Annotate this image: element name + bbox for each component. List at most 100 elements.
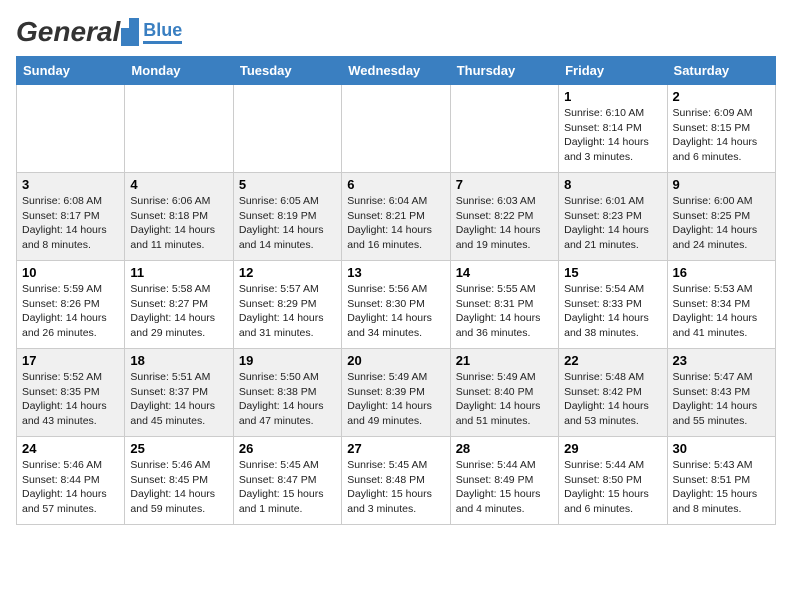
- day-cell: 2 Sunrise: 6:09 AM Sunset: 8:15 PM Daylig…: [667, 85, 775, 173]
- day-cell: 14 Sunrise: 5:55 AM Sunset: 8:31 PM Dayli…: [450, 261, 558, 349]
- day-info: Sunrise: 5:43 AM Sunset: 8:51 PM Dayligh…: [673, 458, 770, 517]
- week-row-4: 17Sunrise: 5:52 AM Sunset: 8:35 PM Dayli…: [17, 349, 776, 437]
- logo-icon: [121, 18, 139, 46]
- day-cell: [450, 85, 558, 173]
- day-cell: [342, 85, 450, 173]
- day-cell: [125, 85, 233, 173]
- day-info: Sunrise: 5:59 AM Sunset: 8:26 PM Dayligh…: [22, 282, 119, 341]
- logo-underline: [143, 41, 182, 44]
- day-number: 2: [673, 89, 770, 104]
- calendar-table: SundayMondayTuesdayWednesdayThursdayFrid…: [16, 56, 776, 525]
- day-info: Sunrise: 5:56 AM Sunset: 8:30 PM Dayligh…: [347, 282, 444, 341]
- day-number: 20: [347, 353, 444, 368]
- week-row-1: 1 Sunrise: 6:10 AM Sunset: 8:14 PM Daylig…: [17, 85, 776, 173]
- day-info: Sunrise: 5:58 AM Sunset: 8:27 PM Dayligh…: [130, 282, 227, 341]
- logo-blue-text: Blue: [143, 21, 182, 39]
- day-cell: 23Sunrise: 5:47 AM Sunset: 8:43 PM Dayli…: [667, 349, 775, 437]
- day-info: Sunrise: 5:54 AM Sunset: 8:33 PM Dayligh…: [564, 282, 661, 341]
- day-cell: 1 Sunrise: 6:10 AM Sunset: 8:14 PM Daylig…: [559, 85, 667, 173]
- logo-general: General: [16, 16, 120, 48]
- page-header: General Blue: [16, 16, 776, 48]
- day-number: 6: [347, 177, 444, 192]
- day-number: 30: [673, 441, 770, 456]
- day-info: Sunrise: 6:01 AM Sunset: 8:23 PM Dayligh…: [564, 194, 661, 253]
- day-number: 27: [347, 441, 444, 456]
- day-info: Sunrise: 5:53 AM Sunset: 8:34 PM Dayligh…: [673, 282, 770, 341]
- day-number: 17: [22, 353, 119, 368]
- logo: General Blue: [16, 16, 182, 48]
- day-info: Sunrise: 5:44 AM Sunset: 8:50 PM Dayligh…: [564, 458, 661, 517]
- day-info: Sunrise: 6:00 AM Sunset: 8:25 PM Dayligh…: [673, 194, 770, 253]
- day-info: Sunrise: 5:50 AM Sunset: 8:38 PM Dayligh…: [239, 370, 336, 429]
- day-cell: 28Sunrise: 5:44 AM Sunset: 8:49 PM Dayli…: [450, 437, 558, 525]
- day-cell: 27 Sunrise: 5:45 AM Sunset: 8:48 PM Dayli…: [342, 437, 450, 525]
- day-cell: 10 Sunrise: 5:59 AM Sunset: 8:26 PM Dayli…: [17, 261, 125, 349]
- day-number: 13: [347, 265, 444, 280]
- day-number: 29: [564, 441, 661, 456]
- day-cell: 17Sunrise: 5:52 AM Sunset: 8:35 PM Dayli…: [17, 349, 125, 437]
- day-number: 1: [564, 89, 661, 104]
- day-cell: [233, 85, 341, 173]
- day-number: 22: [564, 353, 661, 368]
- day-number: 12: [239, 265, 336, 280]
- day-info: Sunrise: 6:05 AM Sunset: 8:19 PM Dayligh…: [239, 194, 336, 253]
- day-number: 4: [130, 177, 227, 192]
- day-number: 3: [22, 177, 119, 192]
- day-number: 21: [456, 353, 553, 368]
- day-cell: 18 Sunrise: 5:51 AM Sunset: 8:37 PM Dayli…: [125, 349, 233, 437]
- day-info: Sunrise: 5:46 AM Sunset: 8:45 PM Dayligh…: [130, 458, 227, 517]
- day-info: Sunrise: 5:46 AM Sunset: 8:44 PM Dayligh…: [22, 458, 119, 517]
- logo-blue-section: Blue: [143, 21, 182, 44]
- day-info: Sunrise: 5:55 AM Sunset: 8:31 PM Dayligh…: [456, 282, 553, 341]
- day-cell: 22Sunrise: 5:48 AM Sunset: 8:42 PM Dayli…: [559, 349, 667, 437]
- week-row-5: 24 Sunrise: 5:46 AM Sunset: 8:44 PM Dayli…: [17, 437, 776, 525]
- day-info: Sunrise: 5:45 AM Sunset: 8:48 PM Dayligh…: [347, 458, 444, 517]
- weekday-header-tuesday: Tuesday: [233, 57, 341, 85]
- day-info: Sunrise: 6:03 AM Sunset: 8:22 PM Dayligh…: [456, 194, 553, 253]
- day-info: Sunrise: 6:10 AM Sunset: 8:14 PM Dayligh…: [564, 106, 661, 165]
- day-cell: 4 Sunrise: 6:06 AM Sunset: 8:18 PM Daylig…: [125, 173, 233, 261]
- weekday-header-monday: Monday: [125, 57, 233, 85]
- day-cell: 11Sunrise: 5:58 AM Sunset: 8:27 PM Dayli…: [125, 261, 233, 349]
- day-number: 9: [673, 177, 770, 192]
- day-cell: 24 Sunrise: 5:46 AM Sunset: 8:44 PM Dayli…: [17, 437, 125, 525]
- day-cell: 3 Sunrise: 6:08 AM Sunset: 8:17 PM Daylig…: [17, 173, 125, 261]
- day-cell: 16 Sunrise: 5:53 AM Sunset: 8:34 PM Dayli…: [667, 261, 775, 349]
- day-number: 25: [130, 441, 227, 456]
- day-number: 14: [456, 265, 553, 280]
- day-cell: 19 Sunrise: 5:50 AM Sunset: 8:38 PM Dayli…: [233, 349, 341, 437]
- day-info: Sunrise: 5:45 AM Sunset: 8:47 PM Dayligh…: [239, 458, 336, 517]
- week-row-2: 3 Sunrise: 6:08 AM Sunset: 8:17 PM Daylig…: [17, 173, 776, 261]
- day-cell: 12 Sunrise: 5:57 AM Sunset: 8:29 PM Dayli…: [233, 261, 341, 349]
- day-cell: [17, 85, 125, 173]
- day-number: 23: [673, 353, 770, 368]
- day-cell: 21Sunrise: 5:49 AM Sunset: 8:40 PM Dayli…: [450, 349, 558, 437]
- day-info: Sunrise: 5:51 AM Sunset: 8:37 PM Dayligh…: [130, 370, 227, 429]
- day-cell: 8Sunrise: 6:01 AM Sunset: 8:23 PM Daylig…: [559, 173, 667, 261]
- weekday-header-thursday: Thursday: [450, 57, 558, 85]
- day-cell: 30 Sunrise: 5:43 AM Sunset: 8:51 PM Dayli…: [667, 437, 775, 525]
- day-info: Sunrise: 5:57 AM Sunset: 8:29 PM Dayligh…: [239, 282, 336, 341]
- day-info: Sunrise: 6:04 AM Sunset: 8:21 PM Dayligh…: [347, 194, 444, 253]
- day-info: Sunrise: 6:06 AM Sunset: 8:18 PM Dayligh…: [130, 194, 227, 253]
- day-cell: 26 Sunrise: 5:45 AM Sunset: 8:47 PM Dayli…: [233, 437, 341, 525]
- day-cell: 9 Sunrise: 6:00 AM Sunset: 8:25 PM Daylig…: [667, 173, 775, 261]
- day-number: 26: [239, 441, 336, 456]
- day-info: Sunrise: 6:09 AM Sunset: 8:15 PM Dayligh…: [673, 106, 770, 165]
- weekday-header-row: SundayMondayTuesdayWednesdayThursdayFrid…: [17, 57, 776, 85]
- day-number: 16: [673, 265, 770, 280]
- day-info: Sunrise: 6:08 AM Sunset: 8:17 PM Dayligh…: [22, 194, 119, 253]
- day-info: Sunrise: 5:49 AM Sunset: 8:39 PM Dayligh…: [347, 370, 444, 429]
- weekday-header-sunday: Sunday: [17, 57, 125, 85]
- day-info: Sunrise: 5:44 AM Sunset: 8:49 PM Dayligh…: [456, 458, 553, 517]
- day-number: 24: [22, 441, 119, 456]
- day-cell: 7Sunrise: 6:03 AM Sunset: 8:22 PM Daylig…: [450, 173, 558, 261]
- day-number: 10: [22, 265, 119, 280]
- weekday-header-saturday: Saturday: [667, 57, 775, 85]
- day-cell: 6 Sunrise: 6:04 AM Sunset: 8:21 PM Daylig…: [342, 173, 450, 261]
- day-cell: 13 Sunrise: 5:56 AM Sunset: 8:30 PM Dayli…: [342, 261, 450, 349]
- day-cell: 20 Sunrise: 5:49 AM Sunset: 8:39 PM Dayli…: [342, 349, 450, 437]
- day-number: 5: [239, 177, 336, 192]
- day-number: 18: [130, 353, 227, 368]
- day-number: 19: [239, 353, 336, 368]
